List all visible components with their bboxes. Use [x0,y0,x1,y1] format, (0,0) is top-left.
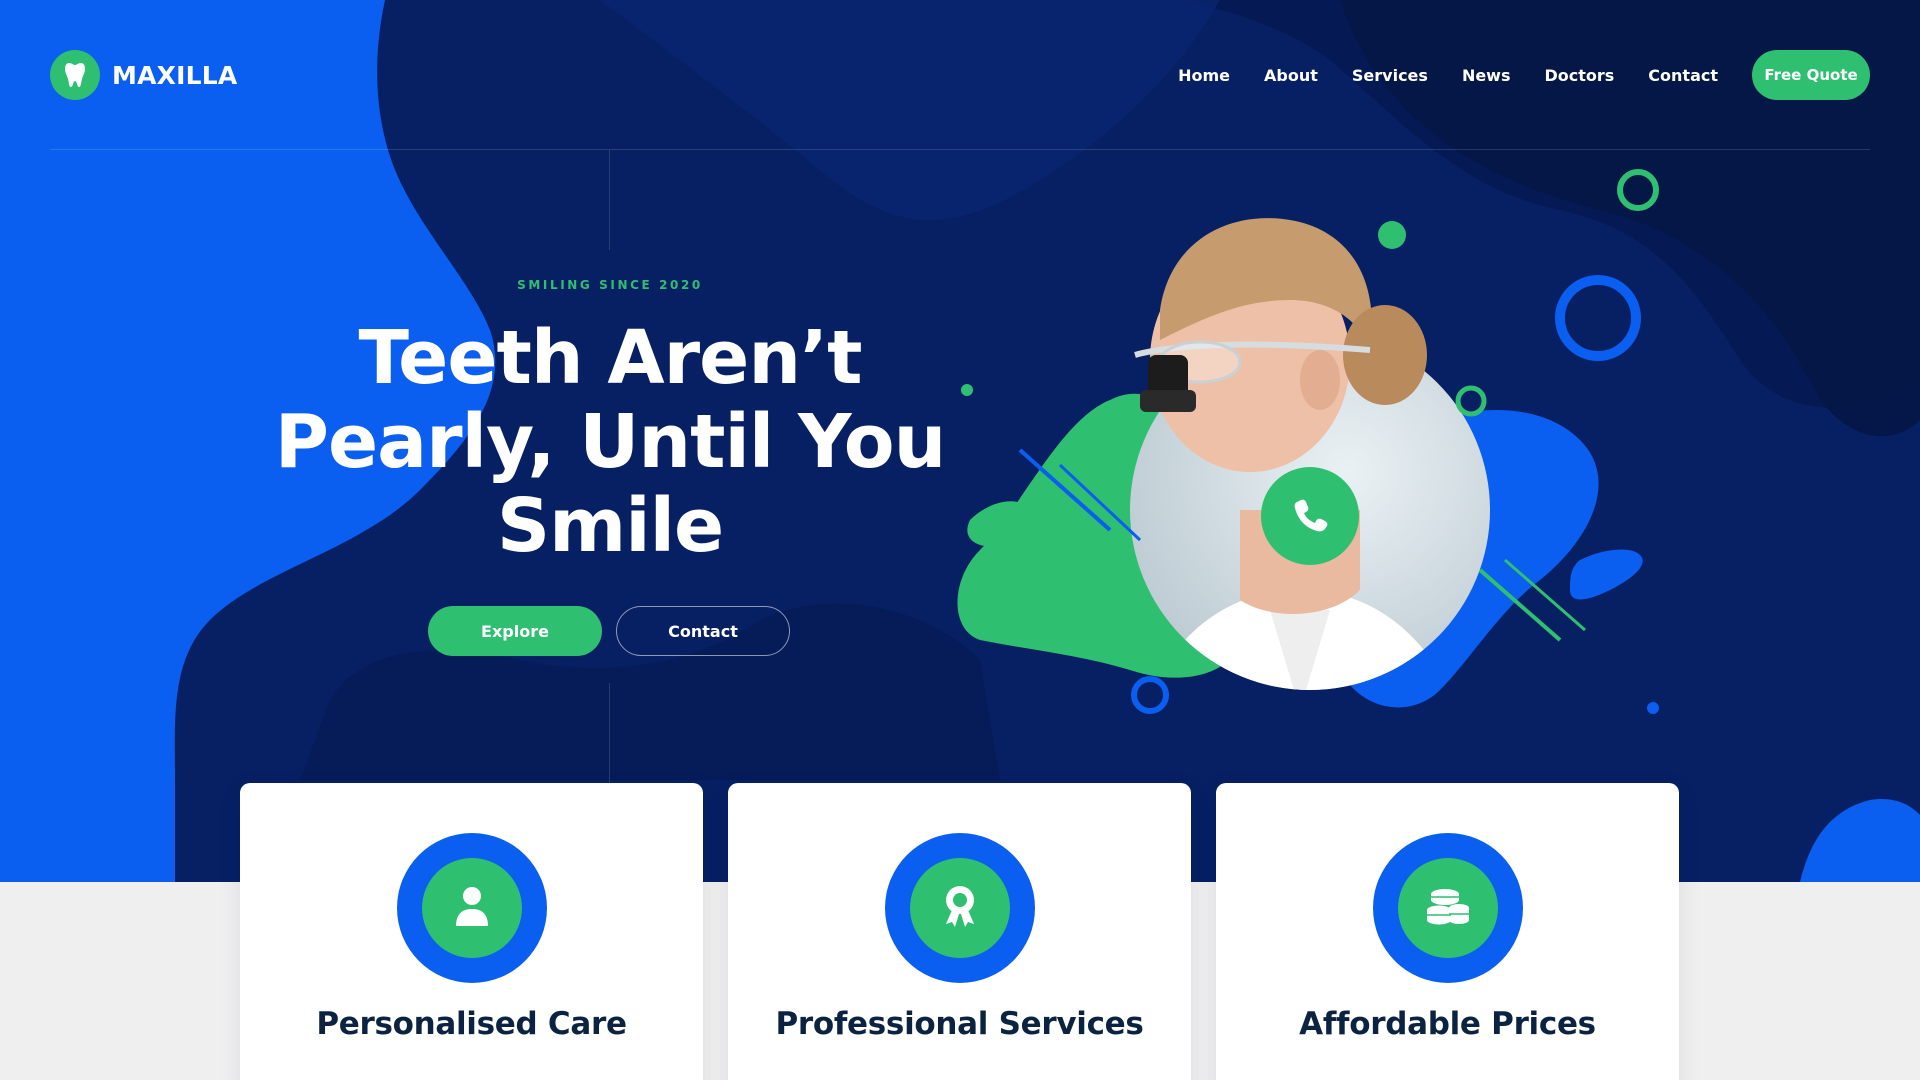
feature-icon-badge [1373,833,1523,983]
hero-buttons: Explore Contact [428,606,790,656]
headline-line: Pearly, Until You [274,399,947,485]
tooth-icon [50,50,100,100]
main-nav: Home About Services News Doctors Contact… [1178,50,1870,100]
hero-headline: Teeth Aren’t Pearly, Until You Smile [240,316,980,568]
feature-title: Personalised Care [316,1006,627,1042]
logo[interactable]: MAXILLA [50,50,237,100]
contact-button[interactable]: Contact [616,606,790,656]
nav-home[interactable]: Home [1178,66,1230,85]
hero-tagline: SMILING SINCE 2020 [517,278,703,292]
headline-line: Teeth Aren’t [358,315,863,401]
hero-copy: SMILING SINCE 2020 Teeth Aren’t Pearly, … [240,278,980,568]
hero-divider-bottom [609,683,610,783]
feature-title: Affordable Prices [1299,1006,1596,1042]
feature-icon-badge [885,833,1035,983]
award-icon [942,884,978,932]
phone-icon [1290,494,1330,538]
coins-icon [1425,886,1471,930]
call-button[interactable] [1261,467,1359,565]
nav-news[interactable]: News [1462,66,1511,85]
feature-card: Professional Services [728,783,1191,1080]
hero-illustration [957,169,1659,714]
brand-name: MAXILLA [112,60,238,90]
site-header: MAXILLA Home About Services News Doctors… [50,50,1870,100]
nav-contact[interactable]: Contact [1648,66,1718,85]
user-icon [452,884,492,932]
headline-line: Smile [496,483,724,569]
hero-divider-top [609,150,610,250]
page: MAXILLA Home About Services News Doctors… [0,0,1920,1080]
nav-about[interactable]: About [1264,66,1318,85]
feature-title: Professional Services [775,1006,1144,1042]
feature-card: Personalised Care [240,783,703,1080]
explore-button[interactable]: Explore [428,606,602,656]
nav-services[interactable]: Services [1352,66,1428,85]
feature-card: Affordable Prices [1216,783,1679,1080]
feature-icon-badge [397,833,547,983]
free-quote-button[interactable]: Free Quote [1752,50,1870,100]
nav-doctors[interactable]: Doctors [1544,66,1614,85]
